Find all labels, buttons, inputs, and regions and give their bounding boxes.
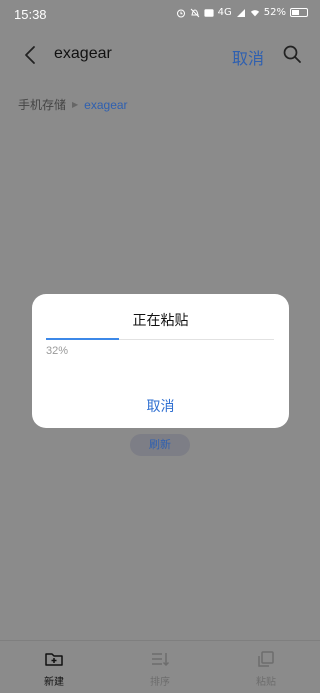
- refresh-button[interactable]: 刷新: [130, 434, 190, 456]
- battery-icon: [290, 8, 308, 17]
- search-icon[interactable]: [282, 44, 302, 64]
- new-folder-icon: [45, 653, 63, 666]
- dialog-cancel-button[interactable]: 取消: [32, 396, 289, 416]
- page-title: exagear: [54, 45, 112, 62]
- wifi-icon: [250, 9, 259, 16]
- status-time: 15:38: [14, 7, 47, 22]
- paste-button[interactable]: 粘贴: [236, 649, 296, 688]
- breadcrumb-root[interactable]: 手机存储: [18, 96, 66, 113]
- app-bar: exagear 取消: [0, 36, 320, 76]
- paste-progress-dialog: 正在粘贴 32% 取消: [32, 294, 289, 428]
- alarm-icon: [176, 9, 185, 17]
- progress-fill: [46, 338, 119, 340]
- network-label: 4G: [217, 7, 232, 18]
- new-button[interactable]: 新建: [24, 649, 84, 688]
- progress-percent: 32%: [46, 345, 69, 357]
- paste-label: 粘贴: [256, 677, 276, 688]
- back-arrow-icon[interactable]: [20, 44, 42, 66]
- sort-button[interactable]: 排序: [130, 649, 190, 688]
- breadcrumb-current[interactable]: exagear: [84, 98, 127, 112]
- breadcrumb: 手机存储 ▶ exagear: [18, 96, 128, 113]
- status-icons: 4G 52%: [176, 7, 308, 18]
- status-bar: 15:38 4G 52%: [0, 0, 320, 28]
- signal-icon: [236, 8, 245, 17]
- cancel-button[interactable]: 取消: [232, 45, 264, 69]
- sort-icon: [152, 653, 170, 667]
- dialog-title: 正在粘贴: [132, 313, 189, 329]
- progress-bar: [46, 338, 274, 340]
- hd-icon: [204, 8, 214, 17]
- battery-percent: 52%: [263, 7, 286, 18]
- mute-icon: [190, 8, 199, 17]
- breadcrumb-separator-icon: ▶: [72, 100, 79, 109]
- sort-label: 排序: [150, 677, 170, 688]
- paste-icon: [258, 651, 274, 667]
- bottom-toolbar: 新建 排序 粘贴: [0, 640, 320, 693]
- new-label: 新建: [44, 677, 64, 688]
